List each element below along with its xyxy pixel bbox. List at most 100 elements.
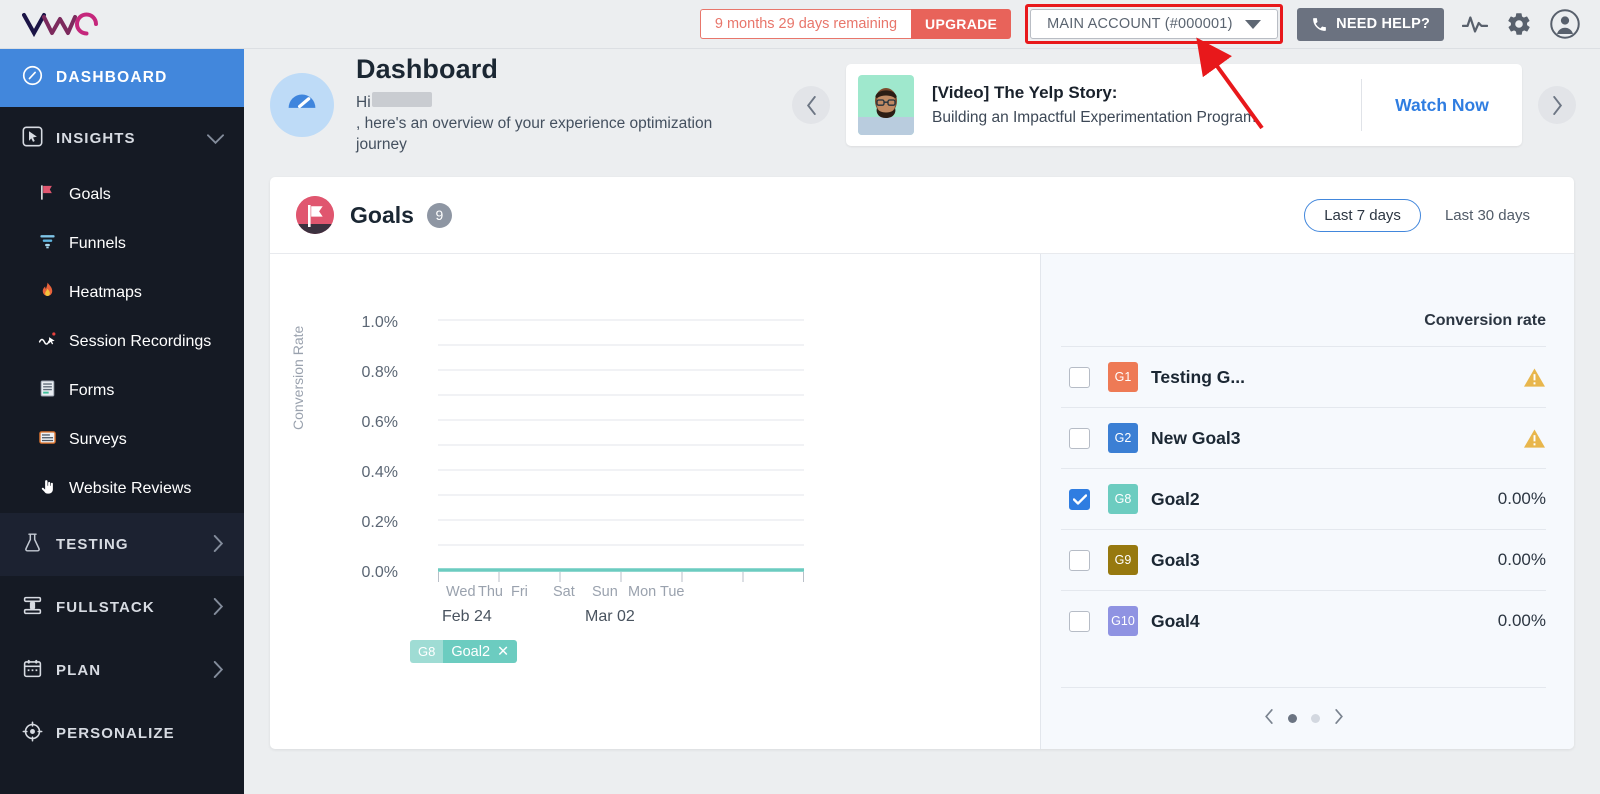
goal-name: Goal3 [1151, 549, 1200, 570]
promo-prev-button[interactable] [792, 86, 830, 124]
gear-icon[interactable] [1506, 11, 1532, 37]
goal-checkbox[interactable] [1069, 549, 1090, 571]
sidebar-item-dashboard[interactable]: DASHBOARD [0, 49, 244, 107]
trial-remaining-label: 9 months 29 days remaining [699, 9, 912, 39]
chart-legend-chip[interactable]: G8 Goal2 ✕ [410, 640, 518, 663]
goals-pagination [1061, 687, 1546, 749]
warning-icon [1523, 367, 1546, 388]
dashboard-header: Dashboard Hi , here's an overview of you… [244, 49, 1600, 161]
table-row[interactable]: G9 Goal3 0.00% [1061, 529, 1546, 590]
chart-range-end: Mar 02 [585, 608, 635, 625]
pagination-dot-2[interactable] [1310, 714, 1320, 723]
redacted-username [371, 92, 432, 108]
chart-y-tick: 1.0% [361, 314, 398, 331]
watch-now-button[interactable]: Watch Now [1362, 95, 1522, 116]
legend-goal-tag: G8 [410, 640, 444, 663]
hand-pointer-icon [38, 477, 57, 501]
top-bar: 9 months 29 days remaining UPGRADE MAIN … [0, 0, 1600, 49]
sidebar-item-funnels[interactable]: Funnels [0, 219, 244, 268]
goal-checkbox[interactable] [1069, 427, 1090, 449]
sidebar-group-label: TESTING [56, 536, 129, 553]
calendar-icon [22, 658, 43, 684]
upgrade-button[interactable]: UPGRADE [911, 9, 1012, 39]
sidebar-item-heatmaps[interactable]: Heatmaps [0, 268, 244, 317]
promo-text: [Video] The Yelp Story: Building an Impa… [932, 83, 1256, 127]
sidebar-item-goals[interactable]: Goals [0, 170, 244, 219]
goal-checkbox[interactable] [1069, 610, 1090, 632]
top-bar-right: 9 months 29 days remaining UPGRADE MAIN … [699, 0, 1600, 48]
chart-y-tick: 0.4% [361, 464, 398, 481]
sidebar-item-label: Website Reviews [69, 479, 192, 497]
need-help-label: NEED HELP? [1336, 16, 1430, 32]
stack-icon [22, 595, 43, 621]
goals-title: Goals [350, 201, 414, 228]
user-avatar-icon[interactable] [1550, 9, 1580, 39]
promo-subtitle: Building an Impactful Experimentation Pr… [932, 109, 1256, 126]
chart-x-tick: Thu [478, 584, 503, 600]
sidebar-group-testing[interactable]: TESTING [0, 513, 244, 576]
goal-tag: G9 [1108, 545, 1138, 575]
tab-last-7-days[interactable]: Last 7 days [1304, 198, 1421, 232]
table-row[interactable]: G2 New Goal3 [1061, 407, 1546, 468]
chevron-right-icon [213, 597, 224, 618]
goal-checkbox[interactable] [1069, 366, 1090, 388]
table-row[interactable]: G1 Testing G... [1061, 346, 1546, 407]
sidebar-group-insights[interactable]: INSIGHTS [0, 107, 244, 170]
target-icon [22, 721, 43, 747]
account-selector-highlight: MAIN ACCOUNT (#000001) [1025, 4, 1284, 44]
dashboard-greeting: Hi , here's an overview of your experien… [356, 92, 751, 156]
goal-flag-icon [296, 196, 334, 234]
sidebar-group-personalize[interactable]: PERSONALIZE [0, 702, 244, 765]
chevron-down-icon [1245, 19, 1262, 29]
goal-conversion-rate: 0.00% [1497, 611, 1546, 630]
goals-card: Goals 9 Last 7 days Last 30 days Convers… [270, 177, 1574, 749]
chart-x-tick: Tue [660, 584, 685, 600]
sidebar: DASHBOARD INSIGHTS Goals Funnels Heatmap… [0, 49, 244, 794]
goal-name: New Goal3 [1151, 427, 1241, 448]
promo-card[interactable]: [Video] The Yelp Story: Building an Impa… [846, 64, 1522, 146]
vwo-logo[interactable] [22, 11, 100, 37]
promo-next-button[interactable] [1538, 86, 1576, 124]
close-icon[interactable]: ✕ [497, 644, 509, 660]
table-row[interactable]: G8 Goal2 0.00% [1061, 468, 1546, 529]
page-title: Dashboard [356, 54, 498, 85]
chevron-right-icon [213, 534, 224, 555]
recording-cursor-icon [38, 330, 57, 354]
sidebar-item-surveys[interactable]: Surveys [0, 415, 244, 464]
need-help-button[interactable]: NEED HELP? [1297, 7, 1444, 41]
tab-last-30-days[interactable]: Last 30 days [1425, 199, 1550, 232]
sidebar-item-website-reviews[interactable]: Website Reviews [0, 464, 244, 513]
warning-icon [1523, 428, 1546, 449]
pagination-prev-button[interactable] [1264, 709, 1274, 728]
chart-y-tick: 0.0% [361, 564, 398, 581]
goals-list-pane: Conversion rate G1 Testing G... G2 New G… [1040, 254, 1574, 749]
sidebar-group-label: PLAN [56, 662, 102, 679]
chart-range-start: Feb 24 [442, 608, 492, 625]
sidebar-group-plan[interactable]: PLAN [0, 639, 244, 702]
sidebar-item-label: Goals [69, 185, 111, 203]
chart-x-tick: Mon [628, 584, 657, 600]
sidebar-dashboard-label: DASHBOARD [56, 69, 168, 86]
sidebar-item-forms[interactable]: Forms [0, 366, 244, 415]
account-selector[interactable]: MAIN ACCOUNT (#000001) [1030, 9, 1279, 39]
greeting-prefix: Hi [356, 94, 371, 112]
pagination-next-button[interactable] [1334, 709, 1344, 728]
sidebar-item-label: Heatmaps [69, 283, 142, 301]
goal-name: Testing G... [1151, 366, 1245, 387]
table-row[interactable]: G10 Goal4 0.00% [1061, 590, 1546, 651]
sidebar-item-session-recordings[interactable]: Session Recordings [0, 317, 244, 366]
promo-title: [Video] The Yelp Story: [932, 83, 1118, 102]
sidebar-group-fullstack[interactable]: FULLSTACK [0, 576, 244, 639]
chevron-down-icon [207, 130, 224, 148]
goal-conversion-rate: 0.00% [1497, 550, 1546, 569]
pulse-icon[interactable] [1462, 13, 1488, 35]
goal-checkbox[interactable] [1069, 488, 1090, 510]
chart-y-tick: 0.2% [361, 514, 398, 531]
app-root: 9 months 29 days remaining UPGRADE MAIN … [0, 0, 1600, 794]
date-range-tabs: Last 7 days Last 30 days [1304, 198, 1550, 232]
sidebar-group-label: PERSONALIZE [56, 725, 175, 742]
trial-status: 9 months 29 days remaining UPGRADE [699, 9, 1012, 39]
sidebar-group-label: INSIGHTS [56, 130, 136, 147]
pagination-dot-1[interactable] [1287, 714, 1297, 723]
goal-tag: G8 [1108, 484, 1138, 514]
